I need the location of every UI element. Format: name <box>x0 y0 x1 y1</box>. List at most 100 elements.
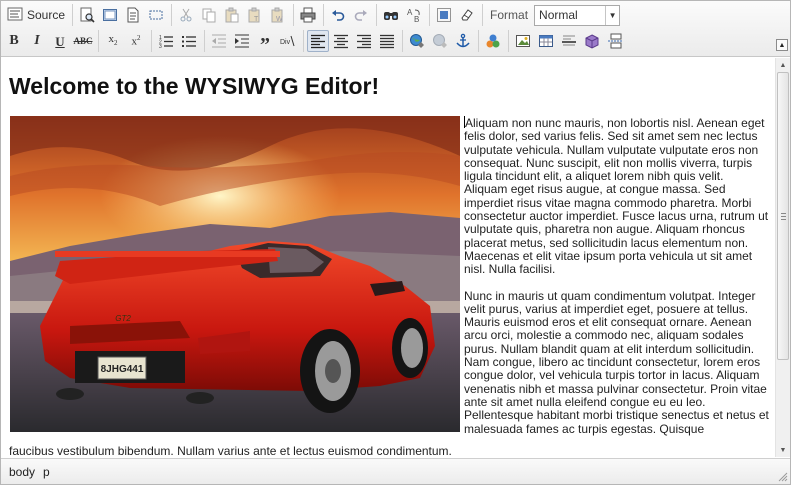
collapse-toolbar-button[interactable]: ▲ <box>776 39 788 51</box>
format-select-value: Normal <box>539 8 578 22</box>
resize-grip-icon[interactable] <box>777 471 788 482</box>
paragraph-2: Nunc in mauris ut quam condimentum volut… <box>464 288 769 436</box>
unlink-button[interactable] <box>429 30 451 52</box>
page-break-button[interactable] <box>604 30 626 52</box>
toolbar-row-2: B I U ABC x2 x2 123 ” Div <box>3 29 627 56</box>
paste-button[interactable] <box>221 4 243 26</box>
copy-icon <box>201 7 217 23</box>
special-char-button[interactable] <box>581 30 603 52</box>
subscript-button[interactable]: x2 <box>102 30 124 52</box>
preview-button[interactable] <box>76 4 98 26</box>
table-button[interactable] <box>535 30 557 52</box>
model-badge: GT2 <box>115 314 131 323</box>
cut-button[interactable] <box>175 4 197 26</box>
replace-button[interactable]: AB <box>403 4 425 26</box>
bulleted-list-icon <box>181 33 197 49</box>
element-path-bar: body p <box>1 458 790 484</box>
source-icon <box>7 7 23 24</box>
numbered-list-button[interactable]: 123 <box>155 30 177 52</box>
svg-text:Div: Div <box>280 39 291 46</box>
path-crumb-p[interactable]: p <box>39 465 54 479</box>
svg-text:3: 3 <box>159 44 162 49</box>
underline-button[interactable]: U <box>49 30 71 52</box>
find-icon <box>383 7 399 23</box>
justify-icon <box>379 33 395 49</box>
scrollbar-thumb[interactable] <box>777 72 789 360</box>
paste-text-button[interactable]: T <box>244 4 266 26</box>
find-button[interactable] <box>380 4 402 26</box>
align-right-button[interactable] <box>353 30 375 52</box>
license-plate: 8JHG441 <box>101 364 144 375</box>
svg-text:A: A <box>407 8 413 17</box>
create-div-button[interactable]: Div <box>277 30 299 52</box>
paste-word-icon: W <box>270 7 286 23</box>
indent-icon <box>234 33 250 49</box>
blockquote-icon: ” <box>260 34 270 56</box>
outdent-button[interactable] <box>208 30 230 52</box>
path-crumb-body[interactable]: body <box>5 465 39 479</box>
align-left-button[interactable] <box>307 30 329 52</box>
show-blocks-button[interactable] <box>145 4 167 26</box>
copy-button[interactable] <box>198 4 220 26</box>
bulleted-list-button[interactable] <box>178 30 200 52</box>
new-page-button[interactable] <box>122 4 144 26</box>
align-center-icon <box>333 33 349 49</box>
horizontal-rule-icon <box>561 33 577 49</box>
triangle-up-icon: ▲ <box>778 41 786 49</box>
car-photo[interactable]: 8JHG441 GT2 <box>10 116 460 432</box>
preview-icon <box>79 7 95 23</box>
bold-button[interactable]: B <box>3 30 25 52</box>
vertical-scrollbar[interactable]: ▲ ▼ <box>775 58 790 457</box>
svg-text:B: B <box>414 15 419 23</box>
subscript-icon: x2 <box>108 33 118 48</box>
page-break-icon <box>607 33 623 49</box>
format-select[interactable]: Normal ▼ <box>534 4 621 26</box>
source-button[interactable]: Source <box>3 4 69 26</box>
underline-icon: U <box>55 33 65 49</box>
svg-text:W: W <box>276 16 283 23</box>
editor-toolbar: Source T W A B Format Normal ▼ B I U ABC… <box>1 1 790 57</box>
flash-button[interactable] <box>482 30 504 52</box>
strikethrough-button[interactable]: ABC <box>72 30 94 52</box>
paste-word-button[interactable]: W <box>267 4 289 26</box>
chevron-down-icon[interactable]: ▼ <box>605 5 619 25</box>
new-page-icon <box>125 7 141 23</box>
remove-format-icon <box>459 7 475 23</box>
italic-button[interactable]: I <box>26 30 48 52</box>
wysiwyg-editor: Source T W A B Format Normal ▼ B I U ABC… <box>0 0 791 485</box>
format-label: Format <box>490 8 529 22</box>
horizontal-rule-button[interactable] <box>558 30 580 52</box>
redo-button[interactable] <box>350 4 372 26</box>
select-all-button[interactable] <box>433 4 455 26</box>
editor-content-area[interactable]: Welcome to the WYSIWYG Editor! 8JHG441 G… <box>1 58 775 457</box>
align-left-icon <box>310 33 326 49</box>
paste-text-icon: T <box>247 7 263 23</box>
page-heading: Welcome to the WYSIWYG Editor! <box>9 73 380 99</box>
superscript-button[interactable]: x2 <box>125 30 147 52</box>
anchor-icon <box>455 33 471 49</box>
scroll-up-arrow[interactable]: ▲ <box>776 58 790 72</box>
print-button[interactable] <box>297 4 319 26</box>
redo-icon <box>353 7 369 23</box>
align-center-button[interactable] <box>330 30 352 52</box>
show-blocks-icon <box>148 7 164 23</box>
undo-button[interactable] <box>327 4 349 26</box>
special-char-icon <box>584 33 600 49</box>
link-icon <box>409 33 425 49</box>
justify-button[interactable] <box>376 30 398 52</box>
scroll-down-arrow[interactable]: ▼ <box>776 443 790 457</box>
cut-icon <box>178 7 194 23</box>
print-icon <box>300 7 316 23</box>
replace-icon: AB <box>406 7 422 23</box>
remove-format-button[interactable] <box>456 4 478 26</box>
source-button-label: Source <box>27 8 66 22</box>
undo-icon <box>330 7 346 23</box>
templates-button[interactable] <box>99 4 121 26</box>
indent-button[interactable] <box>231 30 253 52</box>
link-button[interactable] <box>406 30 428 52</box>
templates-icon <box>102 7 118 23</box>
toolbar-row-1: Source T W A B Format Normal ▼ <box>3 3 621 27</box>
blockquote-button[interactable]: ” <box>254 30 276 56</box>
anchor-button[interactable] <box>452 30 474 52</box>
image-button[interactable] <box>512 30 534 52</box>
